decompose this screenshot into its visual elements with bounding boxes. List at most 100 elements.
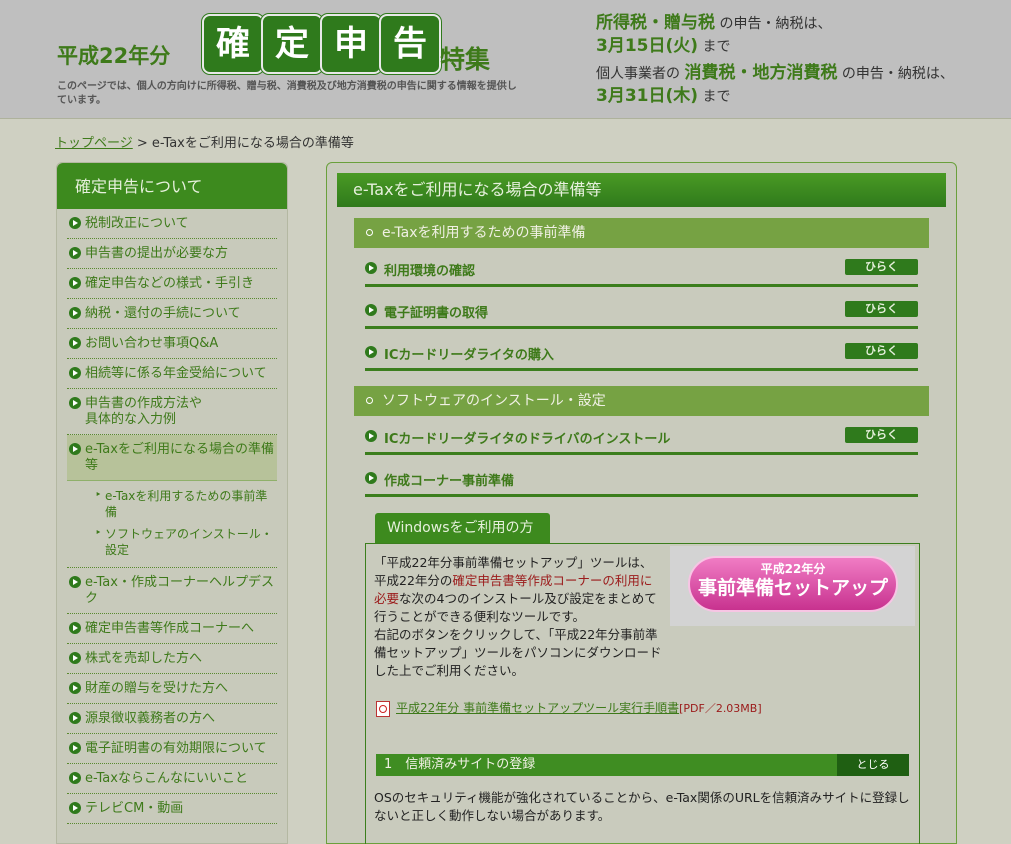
arrow-circle-icon [69,217,81,229]
accordion-row-label: 作成コーナー事前準備 [384,474,515,489]
page-header: 平成22年分 確 定 申 告 特集 このページでは、個人の方向けに所得税、贈与税… [0,0,1011,119]
sidebar-item-withholding[interactable]: 源泉徴収義務者の方へ [67,704,277,734]
sidebar-item-label: 株式を売却した方へ [85,651,203,666]
deadline-consumption-date-line: 3月31日(木) まで [596,85,1006,108]
sidebar-item-label: 申告書の提出が必要な方 [85,246,229,261]
sidebar-item-etax-preparation[interactable]: e-Taxをご利用になる場合の準備等 [67,435,277,481]
sidebar-item-label: 確定申告書等作成コーナーへ [85,621,255,636]
deadline-income-tax-text: の申告・納税は、 [715,16,832,32]
section-heading-label: e-Taxを利用するための事前準備 [382,225,586,241]
windows-description: 「平成22年分事前準備セットアップ」ツールは、平成22年分の確定申告書等作成コー… [374,554,664,680]
arrow-circle-icon [69,742,81,754]
accordion-row-environment[interactable]: 利用環境の確認 ひらく [365,254,918,287]
step-title: 1 信頼済みサイトの登録 [384,757,536,772]
arrow-circle-icon [69,443,81,455]
breadcrumb-home-link[interactable]: トップページ [55,136,133,151]
deadline-notice: 所得税・贈与税 の申告・納税は、 3月15日(火) まで 個人事業者の 消費税・… [596,12,1006,108]
accordion-row-label: 電子証明書の取得 [384,306,489,321]
arrow-circle-icon [69,397,81,409]
sidebar-item-label: お問い合わせ事項Q&A [85,336,219,351]
sidebar-item-label: 電子証明書の有効期限について [85,741,267,756]
deadline-income-tax-tail: まで [698,39,731,55]
arrow-circle-icon [69,576,81,588]
title-char-1: 確 [202,14,264,74]
circle-bullet-icon [366,229,373,236]
arrow-circle-icon [69,307,81,319]
sidebar-subitem-preparation[interactable]: e-Taxを利用するための事前準備 [95,485,277,523]
breadcrumb-current: e-Taxをご利用になる場合の準備等 [151,136,354,151]
section-heading-label: ソフトウェアのインストール・設定 [382,393,606,409]
deadline-consumption-tail: まで [698,89,731,105]
accordion-row-corner-prep[interactable]: 作成コーナー事前準備 [365,464,918,497]
arrow-circle-icon [365,430,377,442]
setup-download-button[interactable]: 平成22年分 事前準備セットアップ [670,546,915,626]
pdf-download-link[interactable]: 平成22年分 事前準備セットアップツール実行手順書 [396,701,679,715]
deadline-income-tax-label: 所得税・贈与税 [596,13,715,33]
arrow-circle-icon [69,712,81,724]
arrow-circle-icon [69,622,81,634]
sidebar-item-label: 申告書の作成方法や 具体的な入力例 [85,396,203,427]
sidebar-item-label: 納税・還付の手続について [85,306,241,321]
deadline-income-tax-date-line: 3月15日(火) まで [596,35,1006,58]
accordion-row-label: 利用環境の確認 [384,264,476,279]
close-button[interactable]: とじる [837,754,909,776]
sidebar-subitem-install[interactable]: ソフトウェアのインストール・設定 [95,523,277,561]
arrow-circle-icon [69,367,81,379]
sidebar-item-filing-required[interactable]: 申告書の提出が必要な方 [67,239,277,269]
sidebar-item-forms[interactable]: 確定申告などの様式・手引き [67,269,277,299]
arrow-circle-icon [365,346,377,358]
sidebar-item-qa[interactable]: お問い合わせ事項Q&A [67,329,277,359]
deadline-consumption-tax: 個人事業者の 消費税・地方消費税 の申告・納税は、 [596,62,1006,85]
sidebar-item-label: テレビCM・動画 [85,801,184,816]
accordion-row-driver[interactable]: ICカードリーダライタのドライバのインストール ひらく [365,422,918,455]
sidebar-nav: 確定申告について 税制改正について 申告書の提出が必要な方 確定申告などの様式・… [56,162,288,844]
sidebar-item-stock-sale[interactable]: 株式を売却した方へ [67,644,277,674]
circle-bullet-icon [366,397,373,404]
section-heading-install: ソフトウェアのインストール・設定 [354,386,929,416]
breadcrumb: トップページ > e-Taxをご利用になる場合の準備等 [55,132,354,151]
step-header-trusted-sites: 1 信頼済みサイトの登録 とじる [376,754,909,776]
sidebar-item-etax-benefits[interactable]: e-Taxならこんなにいいこと [67,764,277,794]
title-char-2: 定 [261,14,323,74]
header-year: 平成22年分 [57,44,171,68]
sidebar-item-payment-refund[interactable]: 納税・還付の手続について [67,299,277,329]
pdf-file-size: [PDF／2.03MB] [679,702,762,715]
accordion-row-card-reader[interactable]: ICカードリーダライタの購入 ひらく [365,338,918,371]
sidebar-heading[interactable]: 確定申告について [57,163,287,209]
deadline-consumption-text: の申告・納税は、 [837,66,954,82]
sidebar-item-helpdesk[interactable]: e-Tax・作成コーナーヘルプデスク [67,568,277,614]
sidebar-item-inheritance-pension[interactable]: 相続等に係る年金受給について [67,359,277,389]
arrow-circle-icon [69,652,81,664]
title-char-3: 申 [320,14,382,74]
sidebar-sublist: e-Taxを利用するための事前準備 ソフトウェアのインストール・設定 [67,481,277,568]
sidebar-item-gift[interactable]: 財産の贈与を受けた方へ [67,674,277,704]
sidebar-item-tv-cm[interactable]: テレビCM・動画 [67,794,277,824]
tab-windows[interactable]: Windowsをご利用の方 [375,513,550,543]
deadline-consumption-label: 消費税・地方消費税 [684,63,838,83]
sidebar-item-certificate-expiry[interactable]: 電子証明書の有効期限について [67,734,277,764]
windows-text-2: な次の4つのインストール及び設定をまとめて行うことができる便利なツールです。 [374,591,657,624]
pdf-icon [376,700,390,717]
accordion-row-certificate[interactable]: 電子証明書の取得 ひらく [365,296,918,329]
open-button[interactable]: ひらく [845,301,918,317]
open-button[interactable]: ひらく [845,259,918,275]
arrow-circle-icon [365,472,377,484]
title-char-4: 告 [379,14,441,74]
deadline-income-tax-date: 3月15日(火) [596,36,699,56]
deadline-consumption-date: 3月31日(木) [596,86,699,106]
deadline-income-tax: 所得税・贈与税 の申告・納税は、 [596,12,1006,35]
accordion-row-label: ICカードリーダライタの購入 [384,348,554,363]
setup-button-year: 平成22年分 [760,562,826,576]
pdf-download-line: 平成22年分 事前準備セットアップツール実行手順書[PDF／2.03MB] [376,699,762,717]
sidebar-item-tax-reform[interactable]: 税制改正について [67,209,277,239]
sidebar-item-how-to-create[interactable]: 申告書の作成方法や 具体的な入力例 [67,389,277,435]
open-button[interactable]: ひらく [845,427,918,443]
open-button[interactable]: ひらく [845,343,918,359]
sidebar-item-create-corner[interactable]: 確定申告書等作成コーナーへ [67,614,277,644]
header-title-suffix: 特集 [440,45,491,74]
setup-button-label: 事前準備セットアップ [697,577,888,599]
breadcrumb-separator: > [132,136,152,151]
sidebar-item-label: 源泉徴収義務者の方へ [85,711,216,726]
setup-pill: 平成22年分 事前準備セットアップ [688,556,898,612]
sidebar-item-label: 財産の贈与を受けた方へ [85,681,229,696]
